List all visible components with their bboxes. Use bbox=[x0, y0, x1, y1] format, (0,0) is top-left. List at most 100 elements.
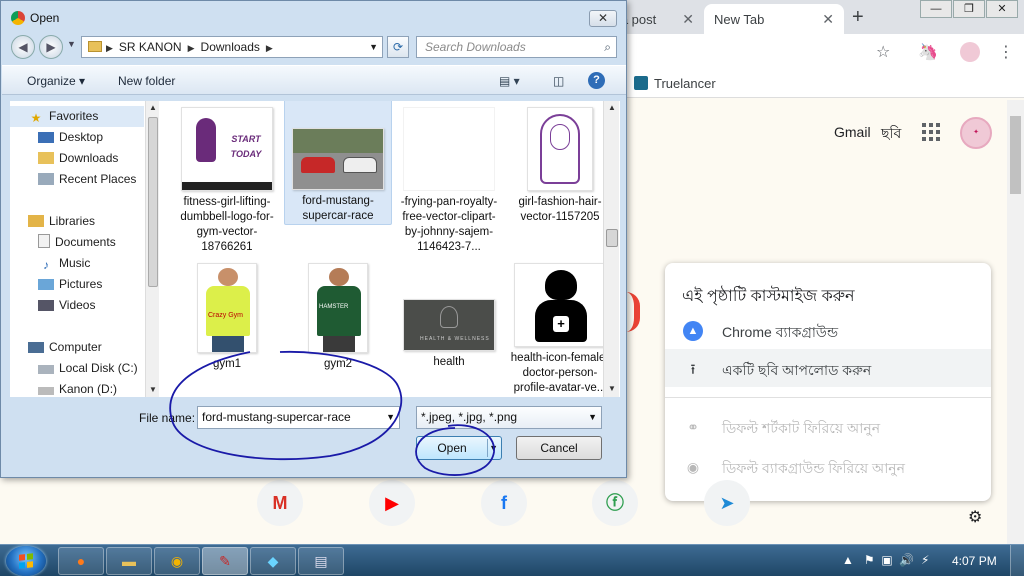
local-disk-icon bbox=[38, 365, 54, 374]
show-hidden-icons-icon[interactable]: ▲ bbox=[842, 553, 854, 567]
file-type-select[interactable]: *.jpeg, *.jpg, *.png ▼ bbox=[416, 406, 602, 429]
maximize-icon[interactable]: ❐ bbox=[953, 0, 985, 18]
taskbar-firefox[interactable]: ● bbox=[58, 547, 104, 575]
chevron-down-icon[interactable]: ▼ bbox=[369, 37, 378, 57]
navigation-scrollbar[interactable]: ▲ ▼ bbox=[145, 101, 159, 397]
chevron-right-icon[interactable]: ▶ bbox=[188, 43, 195, 53]
nav-item-downloads[interactable]: Downloads bbox=[10, 148, 144, 169]
shortcut-facebook[interactable]: f bbox=[481, 480, 527, 526]
close-icon[interactable]: ✕ bbox=[589, 10, 617, 27]
scroll-thumb[interactable] bbox=[148, 117, 158, 287]
cancel-button[interactable]: Cancel bbox=[516, 436, 602, 460]
file-item[interactable]: Crazy Gym gym1 bbox=[173, 257, 281, 372]
close-tab-icon[interactable]: ✕ bbox=[682, 11, 694, 28]
nav-item-desktop[interactable]: Desktop bbox=[10, 127, 144, 148]
search-input[interactable]: Search Downloads ⌕ bbox=[416, 36, 617, 58]
clock[interactable]: 4:07 PM bbox=[952, 554, 997, 568]
new-tab-plus-icon[interactable]: + bbox=[852, 6, 864, 29]
profile-icon[interactable] bbox=[960, 42, 980, 62]
nav-item-libraries[interactable]: Libraries bbox=[10, 211, 144, 232]
chevron-down-icon[interactable]: ▼ bbox=[588, 407, 597, 428]
tab-new-tab[interactable]: New Tab ✕ bbox=[704, 4, 844, 34]
show-desktop-button[interactable] bbox=[1010, 545, 1024, 576]
shortcut-truelancer[interactable]: ➤ bbox=[704, 480, 750, 526]
organize-button[interactable]: Organize ▾ bbox=[27, 74, 85, 88]
apps-grid-icon[interactable] bbox=[922, 123, 940, 141]
taskbar-chrome[interactable]: ◉ bbox=[154, 547, 200, 575]
file-item[interactable]: girl-fashion-hair-vector-1157205 bbox=[506, 101, 614, 225]
file-name-value: ford-mustang-supercar-race bbox=[202, 410, 351, 424]
forward-arrow-icon[interactable]: ▶ bbox=[39, 35, 63, 59]
network-icon[interactable]: ▣ bbox=[881, 553, 892, 567]
file-item[interactable]: START TODAY fitness-girl-lifting-dumbbel… bbox=[173, 101, 281, 255]
scroll-up-icon[interactable]: ▲ bbox=[149, 103, 157, 112]
images-link[interactable]: ছবি bbox=[881, 122, 901, 146]
start-button[interactable] bbox=[6, 546, 46, 576]
chevron-down-icon[interactable]: ▼ bbox=[489, 437, 498, 459]
change-view-icon[interactable]: ▤ ▾ bbox=[499, 74, 520, 88]
breadcrumb[interactable]: ▶ SR KANON ▶ Downloads ▶ ▼ bbox=[81, 36, 383, 58]
upload-image-option[interactable]: ⭱ একটি ছবি আপলোড করুন bbox=[665, 349, 991, 387]
minimize-icon[interactable]: — bbox=[920, 0, 952, 18]
nav-item-favorites[interactable]: ★ Favorites bbox=[10, 106, 144, 127]
file-item[interactable]: + health-icon-female-doctor-person-profi… bbox=[506, 257, 614, 396]
file-name-input[interactable]: ford-mustang-supercar-race ▼ bbox=[197, 406, 400, 429]
close-window-icon[interactable]: ✕ bbox=[986, 0, 1018, 18]
breadcrumb-item[interactable]: Downloads bbox=[201, 40, 260, 54]
file-item[interactable]: -frying-pan-royalty-free-vector-clipart-… bbox=[395, 101, 503, 255]
help-icon[interactable]: ? bbox=[588, 72, 605, 89]
preview-pane-icon[interactable]: ◫ bbox=[553, 74, 564, 88]
nav-item-documents[interactable]: Documents bbox=[10, 232, 144, 253]
extension-unicorn-icon[interactable]: 🦄 bbox=[918, 42, 938, 62]
chevron-down-icon[interactable]: ▼ bbox=[386, 407, 395, 428]
videos-icon bbox=[38, 300, 54, 311]
volume-icon[interactable]: 🔊 bbox=[899, 553, 914, 567]
scroll-thumb[interactable] bbox=[606, 229, 618, 247]
file-item[interactable]: HAMSTER gym2 bbox=[284, 257, 392, 372]
page-scrollbar[interactable] bbox=[1007, 100, 1024, 544]
shortcut-fiverr[interactable]: ⓕ bbox=[592, 480, 638, 526]
navigation-pane: ★ Favorites Desktop Downloads Recent Plac… bbox=[10, 101, 159, 397]
nav-item-kanon-drive[interactable]: Kanon (D:) bbox=[10, 379, 144, 397]
restore-shortcuts-option[interactable]: ⚭ ডিফল্ট শর্টকাট ফিরিয়ে আনুন bbox=[665, 407, 991, 445]
nav-item-pictures[interactable]: Pictures bbox=[10, 274, 144, 295]
power-icon[interactable]: ⚡ bbox=[921, 553, 929, 567]
breadcrumb-item[interactable]: SR KANON bbox=[119, 40, 182, 54]
gear-icon[interactable]: ⚙ bbox=[968, 507, 982, 527]
scroll-down-icon[interactable]: ▼ bbox=[149, 385, 157, 394]
nav-item-local-disk[interactable]: Local Disk (C:) bbox=[10, 358, 144, 379]
bookmark-truelancer[interactable]: Truelancer bbox=[634, 76, 716, 91]
file-list-scrollbar[interactable]: ▲ ▼ bbox=[603, 101, 619, 397]
gmail-link[interactable]: Gmail bbox=[834, 124, 871, 140]
refresh-icon[interactable]: ⟳ bbox=[387, 36, 409, 58]
open-label: Open bbox=[437, 441, 467, 455]
nav-item-recent-places[interactable]: Recent Places bbox=[10, 169, 144, 190]
file-item-selected[interactable]: ford-mustang-supercar-race bbox=[284, 101, 392, 225]
taskbar-explorer[interactable]: ▬ bbox=[106, 547, 152, 575]
chrome-background-option[interactable]: ▲ Chrome ব্যাকগ্রাউন্ড bbox=[665, 311, 991, 349]
file-item[interactable]: HEALTH & WELLNESS health bbox=[395, 257, 503, 370]
shortcut-youtube[interactable]: ▶ bbox=[369, 480, 415, 526]
close-tab-icon[interactable]: ✕ bbox=[822, 11, 834, 28]
action-center-icon[interactable]: ⚑ bbox=[864, 553, 875, 567]
bookmark-star-icon[interactable]: ☆ bbox=[876, 42, 890, 62]
taskbar-notepad[interactable]: ▤ bbox=[298, 547, 344, 575]
back-arrow-icon[interactable]: ◀ bbox=[11, 35, 35, 59]
nav-item-videos[interactable]: Videos bbox=[10, 295, 144, 316]
open-button[interactable]: Open ▼ bbox=[416, 436, 502, 460]
shortcut-gmail[interactable]: M bbox=[257, 480, 303, 526]
chevron-right-icon[interactable]: ▶ bbox=[266, 43, 273, 53]
recent-locations-chevron-icon[interactable]: ▼ bbox=[67, 39, 76, 49]
taskbar-app[interactable]: ◆ bbox=[250, 547, 296, 575]
scroll-up-icon[interactable]: ▲ bbox=[608, 103, 616, 112]
menu-dots-icon[interactable]: ⋮ bbox=[998, 42, 1014, 62]
firefox-icon: ● bbox=[76, 553, 86, 569]
nav-item-computer[interactable]: Computer bbox=[10, 337, 144, 358]
chevron-right-icon[interactable]: ▶ bbox=[106, 43, 113, 53]
nav-item-music[interactable]: ♪ Music bbox=[10, 253, 144, 274]
avatar[interactable]: ✦ bbox=[960, 117, 992, 149]
taskbar-paint[interactable]: ✎ bbox=[202, 547, 248, 575]
restore-background-option[interactable]: ◉ ডিফল্ট ব্যাকগ্রাউন্ড ফিরিয়ে আনুন bbox=[665, 447, 991, 485]
new-folder-button[interactable]: New folder bbox=[118, 74, 175, 88]
scroll-down-icon[interactable]: ▼ bbox=[608, 384, 616, 393]
